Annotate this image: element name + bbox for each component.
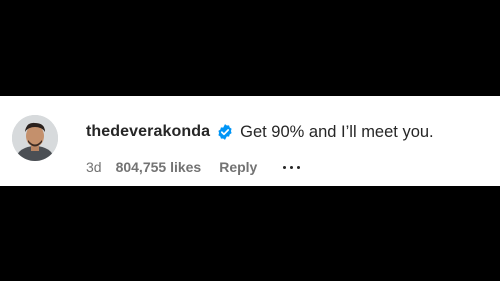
more-options-icon[interactable] bbox=[283, 160, 301, 174]
like-count[interactable]: 804,755 likes bbox=[116, 159, 202, 175]
reply-button[interactable]: Reply bbox=[219, 159, 257, 175]
verified-badge-icon bbox=[216, 123, 234, 141]
username[interactable]: thedeverakonda bbox=[86, 123, 210, 141]
comment-text: Get 90% and I’ll meet you. bbox=[240, 122, 434, 141]
more-dot bbox=[297, 165, 301, 169]
comment-line: thedeverakonda Get 90% and I’ll meet you… bbox=[86, 121, 434, 143]
comment-age: 3d bbox=[86, 159, 102, 175]
comment-meta: 3d 804,755 likes Reply bbox=[86, 159, 301, 175]
comment-card: thedeverakonda Get 90% and I’ll meet you… bbox=[0, 96, 500, 186]
avatar[interactable] bbox=[12, 115, 58, 161]
video-frame: thedeverakonda Get 90% and I’ll meet you… bbox=[0, 0, 500, 281]
more-dot bbox=[290, 165, 294, 169]
avatar-image bbox=[12, 115, 58, 161]
more-dot bbox=[283, 165, 287, 169]
